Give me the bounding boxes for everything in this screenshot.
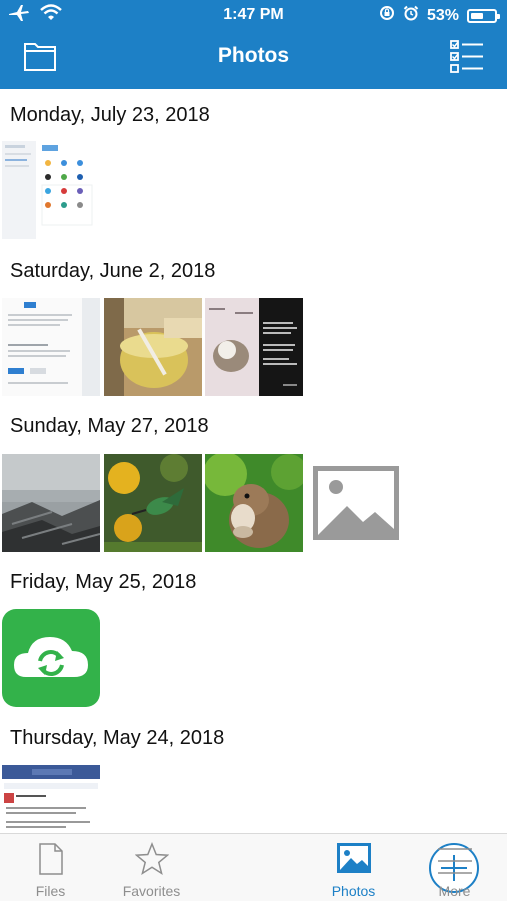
cloud-sync-icon [2, 609, 100, 707]
tab-label: More [438, 883, 471, 899]
photo-thumbnail[interactable] [104, 298, 202, 396]
photo-thumbnail[interactable] [2, 298, 100, 396]
photo-placeholder[interactable] [307, 454, 405, 552]
photo-icon [336, 842, 372, 874]
section-date: Thursday, May 24, 2018 [10, 727, 225, 749]
photo-thumbnail[interactable] [205, 454, 303, 552]
select-items-button[interactable] [449, 39, 485, 75]
add-button[interactable] [202, 834, 479, 901]
menu-icon [437, 846, 473, 876]
file-icon [38, 842, 64, 876]
photo-thumbnail[interactable] [104, 454, 202, 552]
photo-thumbnail[interactable] [2, 609, 100, 707]
tab-files[interactable]: Files [0, 834, 101, 901]
tab-favorites[interactable]: Favorites [101, 834, 202, 901]
section-date: Saturday, June 2, 2018 [10, 260, 216, 282]
tab-label: Files [35, 883, 66, 899]
tab-more[interactable]: More [404, 834, 505, 901]
orientation-lock-icon [379, 5, 395, 26]
header-bar: 1:47 PM 53% Photos [0, 0, 507, 89]
page-title: Photos [217, 44, 290, 67]
photo-thumbnail[interactable] [2, 454, 100, 552]
section-date: Friday, May 25, 2018 [10, 571, 197, 593]
tab-label: Favorites [122, 883, 181, 899]
battery-percentage: 53% [426, 6, 459, 24]
section-date: Monday, July 23, 2018 [10, 104, 210, 126]
status-bar: 1:47 PM 53% [0, 0, 507, 30]
alarm-icon [403, 5, 419, 26]
tab-label: Photos [331, 883, 376, 899]
image-placeholder-icon [307, 466, 405, 552]
photo-thumbnail[interactable] [2, 141, 100, 239]
battery-fill [471, 12, 483, 19]
battery-icon [467, 8, 500, 23]
checklist-icon [449, 40, 485, 79]
photos-list[interactable]: Monday, July 23, 2018 Saturday, June 2, … [0, 89, 507, 833]
tab-bar: Files Favorites Photos More [0, 833, 507, 901]
photo-thumbnail[interactable] [205, 298, 303, 396]
photo-thumbnail[interactable] [2, 765, 100, 833]
tab-photos[interactable]: Photos [303, 834, 404, 901]
section-date: Sunday, May 27, 2018 [10, 415, 209, 437]
star-icon [134, 841, 169, 876]
